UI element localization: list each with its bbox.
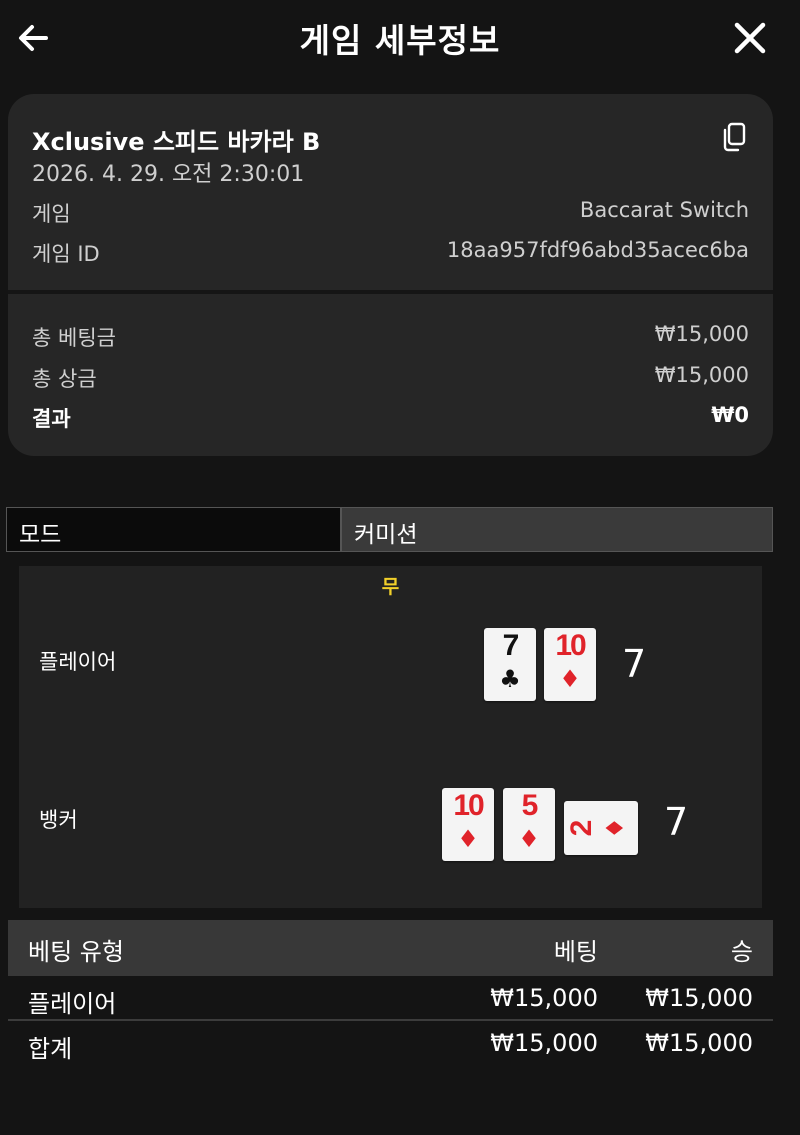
banker-card-2: 5 ♦ <box>503 788 555 861</box>
total-win-row: 총 상금 ₩15,000 <box>32 363 749 391</box>
banker-card-1: 10 ♦ <box>442 788 494 861</box>
close-icon <box>734 22 766 54</box>
player-label: 플레이어 <box>39 650 117 674</box>
banker-score: 7 <box>664 800 689 844</box>
mode-tabs: 모드 커미션 <box>6 507 773 552</box>
total-win-label: 총 상금 <box>32 367 97 391</box>
total-win-value: ₩15,000 <box>654 363 749 387</box>
game-id-label: 게임 ID <box>32 242 100 266</box>
total-bet-row: 총 베팅금 ₩15,000 <box>32 322 749 350</box>
total-bet-cell: ₩15,000 <box>490 1029 598 1057</box>
diamond-suit-icon: ♦ <box>559 665 581 693</box>
total-bet-label: 총 베팅금 <box>32 326 116 350</box>
banker-card-3: 2 ♦ <box>564 801 638 855</box>
bets-table-header: 베팅 유형 베팅 승 <box>8 920 773 976</box>
total-win-cell: ₩15,000 <box>645 1029 753 1057</box>
game-summary-card: Xclusive 스피드 바카라 B 2026. 4. 29. 오전 2:30:… <box>8 94 773 456</box>
header-bar: 게임 세부정보 <box>0 0 800 76</box>
player-score: 7 <box>622 642 647 686</box>
bet-win-header: 승 <box>730 938 753 966</box>
diamond-suit-icon: ♦ <box>518 825 540 853</box>
game-id-value[interactable]: 18aa957fdf96abd35acec6ba <box>447 238 749 262</box>
bet-type-header: 베팅 유형 <box>28 938 124 966</box>
table-divider <box>8 1019 773 1021</box>
game-id-row: 게임 ID 18aa957fdf96abd35acec6ba <box>32 238 749 266</box>
outcome-badge: 무 <box>381 576 400 598</box>
bet-win-cell: ₩15,000 <box>645 984 753 1012</box>
card-rank: 7 <box>502 629 520 662</box>
hand-board: 무 플레이어 7 ♣ 10 ♦ 7 뱅커 10 ♦ 5 ♦ 2 ♦ 7 <box>19 566 762 908</box>
game-row: 게임 Baccarat Switch <box>32 198 749 226</box>
result-value: ₩0 <box>711 403 749 427</box>
card-rank: 5 <box>521 789 539 822</box>
bet-amount-header: 베팅 <box>553 938 598 966</box>
total-bet-value: ₩15,000 <box>654 322 749 346</box>
copy-button[interactable] <box>720 122 748 152</box>
player-card-2: 10 ♦ <box>544 628 596 701</box>
tab-commission-label: 커미션 <box>354 522 418 548</box>
total-row: 합계 ₩15,000 ₩15,000 <box>8 1023 773 1065</box>
result-row: 결과 ₩0 <box>32 403 749 431</box>
tab-mode-label: 모드 <box>19 522 62 548</box>
rotated-card-face: 2 ♦ <box>564 801 638 855</box>
bet-amount-cell: ₩15,000 <box>490 984 598 1012</box>
club-suit-icon: ♣ <box>499 665 521 693</box>
diamond-suit-icon: ♦ <box>601 817 629 839</box>
game-value: Baccarat Switch <box>579 198 749 222</box>
card-divider <box>8 290 773 294</box>
result-label: 결과 <box>32 407 71 431</box>
game-label: 게임 <box>32 202 71 226</box>
game-name: Xclusive 스피드 바카라 B <box>32 128 321 156</box>
card-rank: 10 <box>453 789 484 822</box>
game-date: 2026. 4. 29. 오전 2:30:01 <box>32 162 305 187</box>
banker-label: 뱅커 <box>39 808 78 832</box>
total-label: 합계 <box>28 1035 73 1063</box>
page-title: 게임 세부정보 <box>299 21 501 60</box>
tab-commission[interactable]: 커미션 <box>342 508 772 551</box>
diamond-suit-icon: ♦ <box>457 825 479 853</box>
tab-mode[interactable]: 모드 <box>7 508 342 551</box>
close-button[interactable] <box>728 16 772 60</box>
bet-type-cell: 플레이어 <box>28 990 117 1018</box>
card-rank: 10 <box>555 629 586 662</box>
player-card-1: 7 ♣ <box>484 628 536 701</box>
card-rank: 2 <box>565 819 598 837</box>
copy-icon <box>723 122 746 152</box>
table-row: 플레이어 ₩15,000 ₩15,000 <box>8 978 773 1020</box>
